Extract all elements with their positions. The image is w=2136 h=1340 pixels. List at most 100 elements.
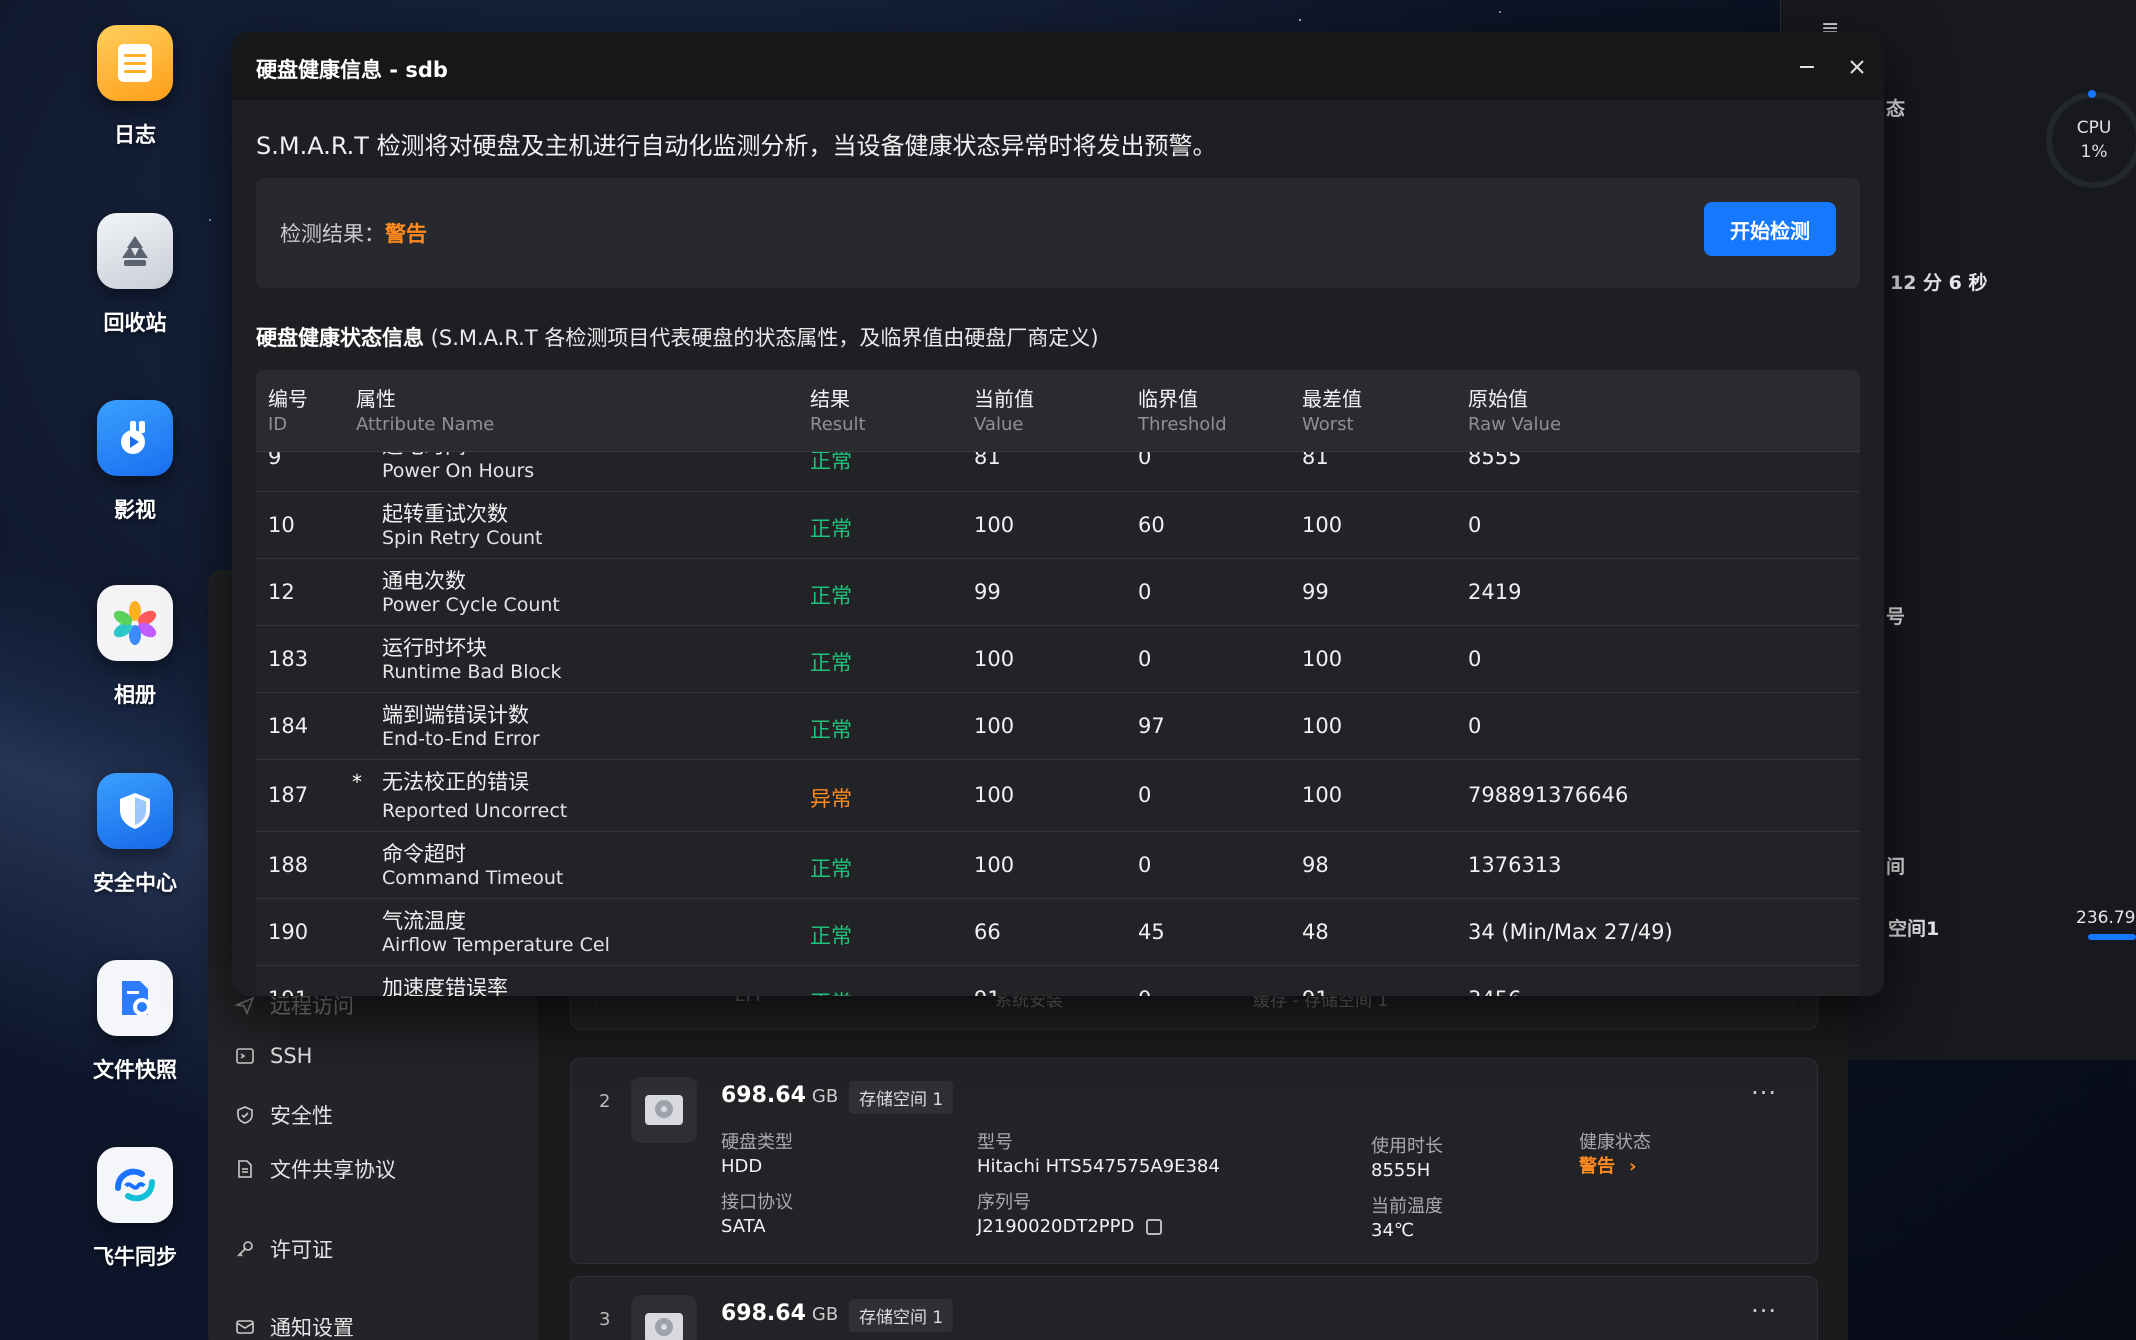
cell-attribute-en: Spin Retry Count xyxy=(382,527,543,549)
cell-threshold: 0 xyxy=(1138,647,1152,671)
key-icon xyxy=(234,1238,256,1260)
cpu-label: CPU xyxy=(2076,118,2112,138)
table-rows: 9 通电时间Power On Hours 正常 81 0 81 8555 10 起转重试次数Sp… xyxy=(256,452,1860,996)
cpu-value: 1% xyxy=(2080,142,2108,162)
sidebar-item-ssh[interactable]: SSH xyxy=(234,1044,312,1068)
disk-number: 2 xyxy=(599,1091,611,1112)
hard-drive-icon xyxy=(631,1077,697,1143)
cell-id: 10 xyxy=(268,513,295,537)
close-icon xyxy=(1850,60,1864,74)
disk-card[interactable]: 3 698.64 GB 存储空间 1 ··· xyxy=(570,1276,1818,1340)
desktop-icon-recycle-bin[interactable]: 回收站 xyxy=(60,213,210,337)
column-header-result: 结果 Result xyxy=(810,386,866,438)
column-header-value: 当前值 Value xyxy=(974,386,1034,438)
disk-type-label: 硬盘类型 xyxy=(721,1132,793,1153)
desktop-icon-file-snapshot[interactable]: 文件快照 xyxy=(60,960,210,1084)
disk-pool-badge: 存储空间 1 xyxy=(849,1299,954,1332)
cell-threshold: 0 xyxy=(1138,853,1152,877)
sidebar-item-label: 安全性 xyxy=(270,1104,333,1128)
desktop-icon-label: 文件快照 xyxy=(93,1058,177,1082)
chevron-right-icon: › xyxy=(1629,1156,1637,1177)
cell-threshold: 0 xyxy=(1138,452,1152,469)
column-header-cn: 结果 xyxy=(810,387,850,411)
disk-hours-label: 使用时长 xyxy=(1371,1136,1443,1157)
desktop-icon-sync[interactable]: 飞牛同步 xyxy=(60,1147,210,1271)
disk-health: 健康状态 警告 › xyxy=(1579,1131,1651,1179)
desktop-icon-video[interactable]: 影视 xyxy=(60,400,210,524)
column-header-worst: 最差值 Worst xyxy=(1302,386,1362,438)
file-snapshot-icon xyxy=(97,960,173,1036)
disk-health-dialog: 硬盘健康信息 - sdb S.M.A.R.T 检测将对硬盘及主机进行自动化监测分… xyxy=(232,32,1884,996)
cell-attribute-cn: 端到端错误计数 xyxy=(382,703,529,727)
disk-iface-value: SATA xyxy=(721,1216,766,1237)
disk-size-value: 698.64 xyxy=(721,1083,806,1108)
cell-threshold: 45 xyxy=(1138,920,1165,944)
column-header-cn: 属性 xyxy=(356,387,396,411)
copy-icon[interactable] xyxy=(1146,1219,1163,1235)
disk-health-link[interactable]: 警告 › xyxy=(1579,1155,1651,1179)
photos-icon xyxy=(97,585,173,661)
cell-id: 9 xyxy=(268,452,282,469)
desktop-icon-label: 回收站 xyxy=(103,311,167,335)
cell-worst: 100 xyxy=(1302,783,1343,807)
video-icon xyxy=(97,400,173,476)
disk-capacity: 698.64 GB xyxy=(721,1301,838,1326)
disk-size-value: 698.64 xyxy=(721,1301,806,1326)
cell-threshold: 0 xyxy=(1138,580,1152,604)
sync-icon xyxy=(97,1147,173,1223)
desktop-icon-photos[interactable]: 相册 xyxy=(60,585,210,709)
desktop-icon-label: 影视 xyxy=(114,498,156,522)
more-options-icon[interactable]: ··· xyxy=(1751,1079,1777,1107)
cell-raw-value: 3456 xyxy=(1468,987,1521,996)
desktop-icon-label: 飞牛同步 xyxy=(93,1245,177,1269)
cell-raw-value: 798891376646 xyxy=(1468,783,1629,807)
sidebar-item-security[interactable]: 安全性 xyxy=(234,1100,333,1130)
sidebar-item-notifications[interactable]: 通知设置 xyxy=(234,1312,354,1340)
panel-space-value: 236.79 xyxy=(2076,908,2136,928)
cell-worst: 100 xyxy=(1302,513,1343,537)
cell-worst: 91 xyxy=(1302,987,1329,996)
panel-space-fragment: 空间1 xyxy=(1888,918,1940,940)
desktop-icon-log[interactable]: 日志 xyxy=(60,25,210,149)
desktop-icon-security-center[interactable]: 安全中心 xyxy=(60,773,210,897)
cell-attribute-cn: 加速度错误率 xyxy=(382,976,508,996)
column-header-cn: 编号 xyxy=(268,387,308,411)
disk-hours-value: 8555H xyxy=(1371,1160,1431,1181)
column-header-attribute: 属性 Attribute Name xyxy=(356,386,494,438)
cell-attribute-cn: 起转重试次数 xyxy=(382,502,508,526)
sidebar-item-file-sharing[interactable]: 文件共享协议 xyxy=(234,1154,396,1184)
column-header-en: Result xyxy=(810,414,866,435)
recycle-bin-icon xyxy=(97,213,173,289)
column-header-en: Attribute Name xyxy=(356,414,495,435)
document-icon xyxy=(234,1158,256,1180)
minimize-button[interactable] xyxy=(1790,50,1824,84)
smart-intro-text: S.M.A.R.T 检测将对硬盘及主机进行自动化监测分析，当设备健康状态异常时将… xyxy=(256,132,1217,160)
cell-worst: 48 xyxy=(1302,920,1329,944)
cell-id: 191 xyxy=(268,987,308,996)
table-row: 10 起转重试次数 Spin Retry Count 正常 100 60 100 0 xyxy=(256,492,1860,559)
sidebar-item-license[interactable]: 许可证 xyxy=(234,1234,333,1264)
cell-value: 99 xyxy=(974,580,1001,604)
minimize-icon xyxy=(1800,66,1814,68)
cell-worst: 100 xyxy=(1302,714,1343,738)
disk-size-unit: GB xyxy=(811,1086,839,1107)
cell-attribute-en: End-to-End Error xyxy=(382,728,540,750)
cell-value: 100 xyxy=(974,853,1015,877)
column-header-raw-value: 原始值 Raw Value xyxy=(1468,386,1561,438)
section-title-bold: 硬盘健康状态信息 xyxy=(256,326,424,350)
detection-result-bar: 检测结果：警告 开始检测 xyxy=(256,178,1860,288)
disk-iface-label: 接口协议 xyxy=(721,1192,793,1213)
table-row: 12 通电次数 Power Cycle Count 正常 99 0 99 2419 xyxy=(256,559,1860,626)
cell-attribute-cn: 通电次数 xyxy=(382,569,466,593)
table-row: 9 通电时间Power On Hours 正常 81 0 81 8555 xyxy=(256,452,1860,492)
cpu-gauge-indicator xyxy=(2088,90,2096,98)
close-button[interactable] xyxy=(1840,50,1874,84)
disk-pool-badge: 存储空间 1 xyxy=(849,1081,954,1114)
desktop-icon-label: 相册 xyxy=(114,683,156,707)
start-detection-button[interactable]: 开始检测 xyxy=(1704,202,1836,256)
disk-temp-label: 当前温度 xyxy=(1371,1196,1443,1217)
disk-card[interactable]: 2 698.64 GB 存储空间 1 ··· 硬盘类型 HDD 型号 Hitachi … xyxy=(570,1058,1818,1264)
table-body[interactable]: 9 通电时间Power On Hours 正常 81 0 81 8555 10 起转重试次数Sp… xyxy=(256,452,1860,996)
more-options-icon[interactable]: ··· xyxy=(1751,1297,1777,1325)
dialog-titlebar[interactable]: 硬盘健康信息 - sdb xyxy=(232,32,1884,100)
